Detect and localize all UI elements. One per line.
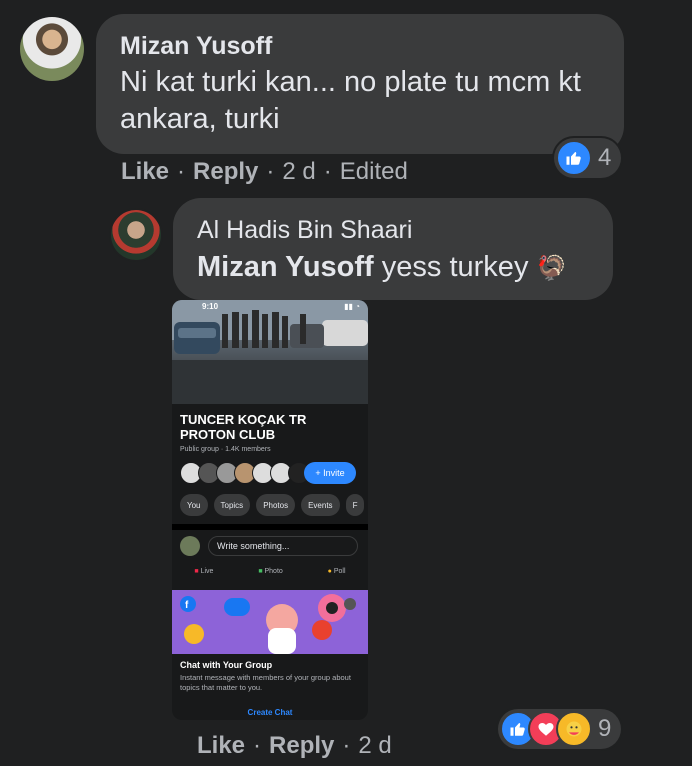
avatar-alhadis[interactable]	[111, 210, 161, 260]
separator-dot: ·	[253, 732, 262, 759]
separator-dot: ·	[342, 732, 351, 759]
reply-author[interactable]: Al Hadis Bin Shaari	[197, 216, 412, 245]
member-avatars	[180, 462, 310, 484]
turkey-emoji-icon: 🦃	[536, 255, 567, 282]
photo-action: ■ Photo	[258, 568, 282, 575]
photo-icon: ■	[258, 568, 263, 575]
avatar-mizan[interactable]	[20, 17, 84, 81]
reply-text: yess turkey	[381, 251, 529, 283]
reply-button[interactable]: Reply	[269, 732, 334, 760]
reply-bubble: Al Hadis Bin Shaari Mizan Yusoff yess tu…	[173, 198, 613, 300]
write-something-field: Write something...	[208, 536, 358, 556]
care-reaction-icon	[556, 711, 592, 747]
invite-button: + Invite	[304, 462, 356, 484]
comment-reaction-count: 4	[598, 144, 612, 171]
poll-icon: ●	[327, 568, 332, 575]
create-chat-button: Create Chat	[247, 708, 293, 717]
status-time: 9:10	[202, 302, 219, 311]
chat-description: Instant message with members of your gro…	[180, 673, 351, 692]
reply-actions: Like · Reply · 2 d	[197, 732, 392, 760]
group-meta: Public group · 1.4K members	[180, 446, 271, 453]
chip-photos: Photos	[256, 494, 296, 516]
live-label: Live	[200, 568, 214, 575]
comment-text: Ni kat turki kan... no plate tu mcm kt a…	[120, 66, 581, 135]
edited-label[interactable]: Edited	[340, 158, 408, 186]
separator-dot: ·	[323, 158, 332, 185]
live-action: ■ Live	[194, 568, 213, 575]
comment-reactions[interactable]: 4	[554, 138, 622, 178]
chip-more: F	[345, 494, 365, 516]
reply-mention[interactable]: Mizan Yusoff	[197, 251, 374, 283]
comment-author[interactable]: Mizan Yusoff	[120, 32, 272, 61]
separator-dot: ·	[177, 158, 186, 185]
comment-actions: Like · Reply · 2 d · Edited	[121, 158, 408, 186]
group-cover-photo: 9:10 ▮▮ ◔	[172, 300, 368, 404]
reply-button[interactable]: Reply	[193, 158, 258, 186]
divider	[172, 524, 368, 530]
separator-dot: ·	[266, 158, 275, 185]
chat-banner-illustration: f	[172, 590, 368, 654]
composer-avatar	[180, 536, 200, 556]
reply-text-line: Mizan Yusoff yess turkey 🦃	[197, 249, 566, 287]
group-tabs: You Topics Photos Events F	[180, 494, 365, 516]
poll-action: ● Poll	[328, 568, 346, 575]
chip-you: You	[180, 494, 208, 516]
chip-events: Events	[301, 494, 340, 516]
reply-reaction-count: 9	[598, 715, 612, 742]
chat-title: Chat with Your Group	[180, 660, 273, 670]
comment-time[interactable]: 2 d	[282, 158, 315, 186]
group-name: TUNCER KOÇAK TR PROTON CLUB	[180, 412, 307, 442]
live-icon: ■	[194, 568, 199, 575]
like-button[interactable]: Like	[197, 732, 245, 760]
like-button[interactable]: Like	[121, 158, 169, 186]
reply-reactions[interactable]: 9	[498, 709, 622, 749]
reply-time[interactable]: 2 d	[358, 732, 391, 760]
like-reaction-icon	[556, 140, 592, 176]
reply-image-attachment[interactable]: 9:10 ▮▮ ◔ TUNCER KOÇAK TR PROTON CLUB Pu…	[172, 300, 368, 720]
photo-label: Photo	[264, 568, 283, 575]
status-icons: ▮▮ ◔	[344, 302, 360, 311]
comment-bubble: Mizan Yusoff Ni kat turki kan... no plat…	[96, 14, 624, 154]
chip-topics: Topics	[213, 494, 251, 516]
composer-actions: ■ Live ■ Photo ● Poll	[172, 568, 368, 575]
poll-label: Poll	[333, 568, 346, 575]
